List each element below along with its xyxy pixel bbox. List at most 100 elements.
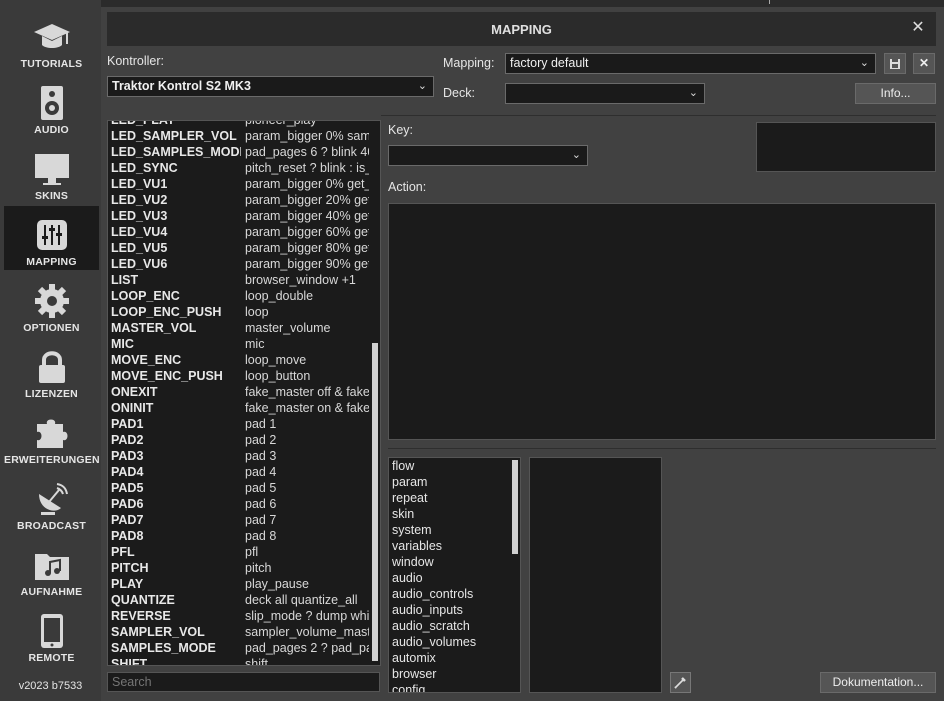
sidebar-item-lizenzen[interactable]: LIZENZEN: [4, 338, 99, 402]
table-row[interactable]: PAD7 pad 7: [108, 512, 370, 528]
info-button[interactable]: Info...: [855, 83, 936, 104]
save-mapping-button[interactable]: [884, 53, 906, 74]
list-item[interactable]: param: [389, 474, 520, 490]
table-row[interactable]: LED_VU1 param_bigger 0% get_vu_meter: [108, 176, 370, 192]
table-row[interactable]: LED_VU3 param_bigger 40% get_vu_meter: [108, 208, 370, 224]
list-item[interactable]: skin: [389, 506, 520, 522]
list-item[interactable]: audio_volumes: [389, 634, 520, 650]
table-row[interactable]: PAD3 pad 3: [108, 448, 370, 464]
table-row[interactable]: SAMPLER_VOL sampler_volume_master: [108, 624, 370, 640]
action-textarea[interactable]: [388, 203, 936, 440]
table-row[interactable]: REVERSE slip_mode ? dump while_pressed: [108, 608, 370, 624]
table-row[interactable]: LOOP_ENC loop_double: [108, 288, 370, 304]
table-row[interactable]: PLAY play_pause: [108, 576, 370, 592]
table-row[interactable]: SHIFT shift: [108, 656, 370, 665]
table-row[interactable]: PAD2 pad 2: [108, 432, 370, 448]
table-row[interactable]: PAD8 pad 8: [108, 528, 370, 544]
key-select[interactable]: ⌄: [388, 145, 588, 166]
sidebar-item-label: TUTORIALS: [20, 58, 83, 70]
sidebar-item-broadcast[interactable]: BROADCAST: [4, 470, 99, 534]
table-row[interactable]: ONEXIT fake_master off & fake_mixer: [108, 384, 370, 400]
table-row[interactable]: MASTER_VOL master_volume: [108, 320, 370, 336]
list-item[interactable]: config: [389, 682, 520, 692]
sidebar-item-label: MAPPING: [26, 256, 77, 268]
table-row[interactable]: LED_SAMPLES_MODE pad_pages 6 ? blink 400m…: [108, 144, 370, 160]
controller-select[interactable]: Traktor Kontrol S2 MK3 ⌄: [107, 76, 434, 97]
row-key: PAD3: [111, 449, 144, 463]
table-row[interactable]: PAD6 pad 6: [108, 496, 370, 512]
sidebar-item-remote[interactable]: REMOTE: [4, 602, 99, 666]
row-key: LED_VU4: [111, 225, 168, 239]
list-item[interactable]: system: [389, 522, 520, 538]
close-button[interactable]: ✕: [908, 18, 928, 38]
table-row[interactable]: PFL pfl: [108, 544, 370, 560]
list-item[interactable]: repeat: [389, 490, 520, 506]
mapping-table[interactable]: LED_PLAY pioneer_play LED_SAMPLER_VOL param…: [107, 120, 381, 666]
table-row[interactable]: LED_VU4 param_bigger 60% get_vu_meter: [108, 224, 370, 240]
list-item[interactable]: window: [389, 554, 520, 570]
table-row[interactable]: LED_VU2 param_bigger 20% get_vu_meter: [108, 192, 370, 208]
table-row[interactable]: PAD4 pad 4: [108, 464, 370, 480]
row-key: ONEXIT: [111, 385, 158, 399]
sidebar-item-erweiterungen[interactable]: ERWEITERUNGEN: [4, 404, 100, 468]
table-row[interactable]: LED_PLAY pioneer_play: [108, 120, 370, 128]
category-list[interactable]: flow param repeat skin system variables window…: [388, 457, 521, 693]
list-item[interactable]: variables: [389, 538, 520, 554]
controller-label: Kontroller:: [107, 54, 164, 68]
row-key: LOOP_ENC_PUSH: [111, 305, 222, 319]
table-row[interactable]: MIC mic: [108, 336, 370, 352]
delete-mapping-button[interactable]: ✕: [913, 53, 935, 74]
list-item[interactable]: audio_scratch: [389, 618, 520, 634]
table-row[interactable]: PAD1 pad 1: [108, 416, 370, 432]
scrollbar-thumb[interactable]: [512, 460, 518, 554]
sidebar-item-audio[interactable]: AUDIO: [4, 74, 99, 138]
mapping-select[interactable]: factory default ⌄: [505, 53, 876, 74]
list-item[interactable]: audio: [389, 570, 520, 586]
row-key: LED_PLAY: [111, 120, 176, 127]
sidebar-item-optionen[interactable]: OPTIONEN: [4, 272, 99, 336]
row-key: PAD5: [111, 481, 144, 495]
row-action: fake_master on & fake_mixer: [245, 401, 369, 415]
sidebar-item-tutorials[interactable]: TUTORIALS: [4, 8, 99, 72]
table-row[interactable]: MOVE_ENC loop_move: [108, 352, 370, 368]
sidebar-item-label: OPTIONEN: [23, 322, 80, 334]
table-row[interactable]: MOVE_ENC_PUSH loop_button: [108, 368, 370, 384]
delete-icon: ✕: [918, 56, 930, 70]
list-item[interactable]: flow: [389, 458, 520, 474]
row-action: pad 2: [245, 433, 277, 447]
list-item[interactable]: audio_inputs: [389, 602, 520, 618]
chevron-down-icon: ⌄: [417, 80, 427, 92]
row-key: PAD8: [111, 529, 144, 543]
table-row[interactable]: LIST browser_window +1: [108, 272, 370, 288]
top-strip: [101, 0, 944, 7]
gear-icon: [33, 282, 71, 320]
mapping-window: MAPPING ✕ Kontroller: Traktor Kontrol S2…: [101, 7, 944, 701]
row-key: PAD1: [111, 417, 144, 431]
documentation-button[interactable]: Dokumentation...: [820, 672, 936, 693]
verb-list[interactable]: [529, 457, 662, 693]
table-row[interactable]: LED_VU5 param_bigger 80% get_vu_meter: [108, 240, 370, 256]
table-row[interactable]: LOOP_ENC_PUSH loop: [108, 304, 370, 320]
sidebar-item-mapping[interactable]: MAPPING: [4, 206, 99, 270]
sidebar-item-aufnahme[interactable]: AUFNAHME: [4, 536, 99, 600]
row-action: play_pause: [245, 577, 309, 591]
table-row[interactable]: SAMPLES_MODE pad_pages 2 ? pad_page: [108, 640, 370, 656]
list-item[interactable]: browser: [389, 666, 520, 682]
list-item[interactable]: automix: [389, 650, 520, 666]
deck-select[interactable]: ⌄: [505, 83, 705, 104]
table-row[interactable]: PAD5 pad 5: [108, 480, 370, 496]
row-key: REVERSE: [111, 609, 171, 623]
table-row[interactable]: LED_VU6 param_bigger 90% get_vu_meter: [108, 256, 370, 272]
table-row[interactable]: ONINIT fake_master on & fake_mixer: [108, 400, 370, 416]
table-row[interactable]: LED_SAMPLER_VOL param_bigger 0% sampler_v…: [108, 128, 370, 144]
search-input[interactable]: [107, 672, 380, 692]
learn-button[interactable]: [670, 672, 691, 693]
row-action: pad 3: [245, 449, 277, 463]
table-row[interactable]: PITCH pitch: [108, 560, 370, 576]
table-row[interactable]: LED_SYNC pitch_reset ? blink : is_sync: [108, 160, 370, 176]
table-row[interactable]: QUANTIZE deck all quantize_all: [108, 592, 370, 608]
sidebar-item-skins[interactable]: SKINS: [4, 140, 99, 204]
scrollbar-thumb[interactable]: [372, 343, 378, 661]
list-item[interactable]: audio_controls: [389, 586, 520, 602]
sidebar-item-label: AUDIO: [34, 124, 69, 136]
